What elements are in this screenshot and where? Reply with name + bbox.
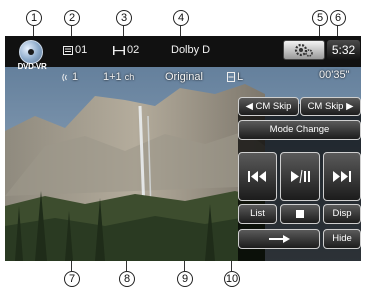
- disp-button[interactable]: Disp: [323, 204, 361, 224]
- disc-type-label: DVD-VR: [17, 62, 47, 71]
- play-pause-button[interactable]: [280, 152, 320, 201]
- callout-8: 8: [119, 271, 135, 287]
- skip-back-icon: [248, 171, 266, 182]
- skip-back-button[interactable]: [238, 152, 277, 201]
- elapsed-time: 00'35": [319, 69, 350, 81]
- dual-mono-icon: [227, 72, 235, 83]
- audio-channels: 1+1 ch: [103, 71, 134, 83]
- play-pause-icon: [291, 169, 310, 184]
- skip-forward-button[interactable]: [323, 152, 361, 201]
- list-button[interactable]: List: [238, 204, 277, 224]
- title-number-indicator: 01: [63, 44, 87, 56]
- title-icon: [63, 45, 73, 55]
- title-number: 01: [75, 44, 88, 56]
- callout-6: 6: [330, 10, 346, 26]
- callout-2: 2: [64, 10, 80, 26]
- disc-icon: [19, 40, 43, 64]
- chapter-number-indicator: 02: [113, 44, 139, 56]
- channel-count: 1+1: [103, 71, 122, 83]
- playback-screen[interactable]: DVD-VR 01 02 Dolby D 5:32 00'35" 1 1+1 c…: [5, 36, 361, 261]
- callout-1: 1: [26, 10, 42, 26]
- settings-icon: [294, 43, 313, 57]
- arrow-button[interactable]: [238, 229, 320, 249]
- dual-mono-value: L: [237, 71, 244, 83]
- arrow-right-icon: [269, 235, 290, 243]
- clock: 5:32: [327, 40, 360, 60]
- cm-skip-back-button[interactable]: ◀ CM Skip: [238, 97, 299, 116]
- skip-forward-arrow-icon: ▶: [343, 101, 354, 112]
- hide-button[interactable]: Hide: [323, 229, 361, 249]
- stop-icon: [296, 210, 304, 218]
- audio-language-indicator: 1: [61, 71, 78, 83]
- callout-10: 10: [224, 271, 240, 287]
- mode-change-button[interactable]: Mode Change: [238, 120, 361, 140]
- audio-output: Original: [165, 71, 203, 83]
- dual-mono-indicator: L: [227, 71, 243, 83]
- cm-skip-back-label: CM Skip: [255, 101, 292, 112]
- channel-unit: ch: [124, 72, 135, 82]
- callout-9: 9: [177, 271, 193, 287]
- callout-7: 7: [64, 271, 80, 287]
- chapter-icon: [113, 45, 125, 55]
- cm-skip-forward-button[interactable]: CM Skip ▶: [300, 97, 361, 116]
- audio-format: Dolby D: [171, 44, 211, 56]
- settings-button[interactable]: [283, 40, 325, 60]
- audio-language-icon: [62, 73, 67, 81]
- callout-4: 4: [173, 10, 189, 26]
- chapter-number: 02: [127, 44, 140, 56]
- skip-back-arrow-icon: ◀: [245, 101, 256, 112]
- skip-forward-icon: [333, 171, 351, 182]
- callout-5: 5: [312, 10, 328, 26]
- stop-button[interactable]: [280, 204, 320, 224]
- cm-skip-forward-label: CM Skip: [307, 101, 344, 112]
- callout-3: 3: [116, 10, 132, 26]
- disc-type-indicator: DVD-VR: [9, 40, 55, 71]
- audio-language: 1: [72, 71, 79, 83]
